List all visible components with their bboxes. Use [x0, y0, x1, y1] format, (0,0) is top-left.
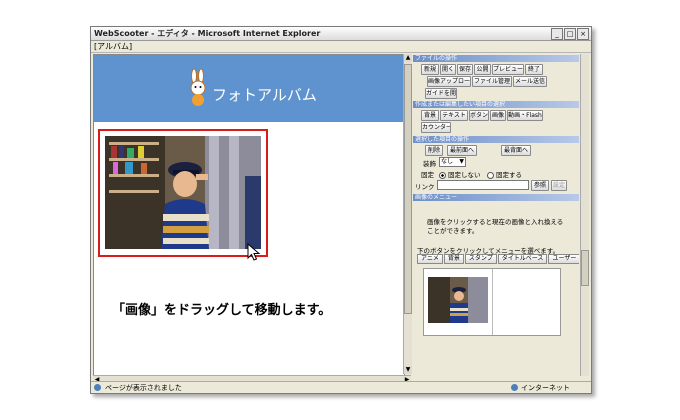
browser-window: WebScooter - エディタ - Microsoft Internet E… [90, 26, 592, 394]
new-button[interactable]: 新規 [421, 64, 439, 75]
tab-title-base[interactable]: タイトルベース [497, 254, 548, 264]
radio-icon [487, 171, 494, 179]
set-link-button[interactable]: 設定 [551, 180, 567, 191]
background-button[interactable]: 背景 [421, 110, 439, 121]
browse-button[interactable]: 参照 [531, 180, 549, 191]
radio-not-fixed[interactable]: 固定しない [439, 169, 481, 179]
rabbit-icon [190, 68, 206, 106]
banner-title: フォトアルバム [212, 86, 317, 104]
tab-user[interactable]: ユーザー [548, 254, 579, 264]
child-photo-thumbnail[interactable] [428, 277, 488, 323]
scroll-up-icon[interactable]: ▲ [404, 54, 412, 62]
bring-to-front-button[interactable]: 最前面へ [447, 145, 477, 156]
zone-text: インターネット [521, 384, 570, 392]
selected-photo-frame[interactable] [98, 129, 268, 257]
image-menu-text-2: ことができます。 [427, 227, 479, 235]
decoration-value: なし [441, 158, 454, 165]
insert-header: 作成または編集したい項目の選択 [413, 101, 579, 108]
radio-selected-icon [439, 171, 446, 179]
image-menu-header: 画像のメニュー [413, 194, 579, 201]
open-button[interactable]: 開く [440, 64, 456, 75]
menu-bar: [アルバム] [91, 41, 591, 53]
send-to-back-button[interactable]: 最背面へ [501, 145, 531, 156]
radio-fixed[interactable]: 固定する [487, 169, 522, 179]
text-button[interactable]: テキスト [440, 110, 468, 121]
panel-scroll-thumb[interactable] [581, 250, 589, 286]
minimize-button[interactable]: _ [551, 28, 563, 40]
thumbnail-cell[interactable] [424, 269, 493, 335]
open-guide-button[interactable]: ガイドを開く [425, 88, 457, 99]
page-icon [94, 384, 101, 391]
preview-button[interactable]: プレビュー [492, 64, 524, 75]
panel-vertical-scrollbar[interactable] [580, 54, 589, 376]
button-button[interactable]: ボタン [469, 110, 489, 121]
selected-item-header: 選択した項目の操作 [413, 136, 579, 143]
control-panel: ファイルの操作 新規 開く 保存 公開 プレビュー 終了 画像アップロード ファ… [413, 54, 579, 376]
chevron-down-icon: ▼ [459, 158, 464, 165]
tab-background[interactable]: 背景 [443, 254, 464, 264]
counter-button[interactable]: カウンター [421, 122, 451, 133]
maximize-button[interactable]: □ [564, 28, 576, 40]
link-label: リンク [415, 183, 435, 191]
scroll-down-icon[interactable]: ▼ [404, 366, 412, 374]
file-ops-header: ファイルの操作 [413, 55, 579, 62]
drag-instruction: 「画像」をドラッグして移動します。 [112, 303, 332, 318]
globe-icon [511, 384, 518, 391]
send-mail-button[interactable]: メール送信 [513, 76, 547, 87]
album-menu-label[interactable]: [アルバム] [94, 41, 132, 52]
decoration-select[interactable]: なし ▼ [439, 157, 466, 167]
album-banner[interactable]: フォトアルバム [94, 55, 404, 122]
status-bar: ページが表示されました インターネット [91, 381, 591, 393]
fixed-label: 固定 [421, 171, 434, 179]
image-thumbnail-panel [423, 268, 561, 336]
window-title: WebScooter - エディタ - Microsoft Internet E… [94, 29, 321, 38]
canvas-vertical-scrollbar[interactable]: ▲ ▼ [403, 54, 412, 374]
exit-button[interactable]: 終了 [525, 64, 543, 75]
publish-button[interactable]: 公開 [474, 64, 491, 75]
link-input[interactable] [437, 180, 529, 190]
video-flash-button[interactable]: 動画・Flash [507, 110, 543, 121]
status-text: ページが表示されました [105, 384, 182, 392]
tab-stamp[interactable]: スタンプ [464, 254, 497, 264]
delete-button[interactable]: 削除 [425, 145, 443, 156]
save-button[interactable]: 保存 [457, 64, 473, 75]
editor-canvas: フォトアルバム 「画像」をドラッグして移動します。 [93, 54, 405, 376]
child-photo[interactable] [105, 136, 261, 249]
close-button[interactable]: × [577, 28, 589, 40]
mouse-pointer-icon [247, 243, 261, 261]
title-bar[interactable]: WebScooter - エディタ - Microsoft Internet E… [91, 27, 591, 41]
image-upload-button[interactable]: 画像アップロード [427, 76, 471, 87]
scroll-thumb[interactable] [404, 64, 412, 314]
file-manager-button[interactable]: ファイル管理 [472, 76, 512, 87]
tab-anime[interactable]: アニメ [417, 254, 443, 264]
decoration-label: 装飾 [423, 160, 436, 168]
image-button[interactable]: 画像 [490, 110, 506, 121]
